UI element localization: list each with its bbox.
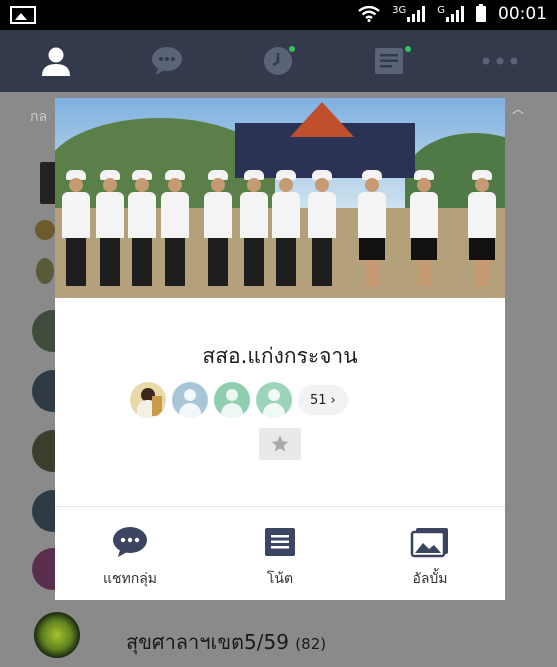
group-name: สสอ.แก่งกระจาน bbox=[202, 344, 358, 368]
new-badge-dot bbox=[289, 46, 295, 52]
section-header-fragment: กล bbox=[30, 109, 48, 125]
person-icon bbox=[41, 47, 70, 76]
member-avatar[interactable] bbox=[214, 382, 250, 418]
main-tab-bar bbox=[0, 30, 557, 92]
more-icon bbox=[482, 57, 517, 65]
divider bbox=[55, 506, 505, 507]
tab-more[interactable] bbox=[444, 30, 555, 92]
chat-bubble-icon bbox=[151, 47, 182, 75]
note-icon bbox=[265, 528, 295, 556]
signal-icon bbox=[407, 6, 426, 22]
tab-news[interactable] bbox=[333, 30, 444, 92]
tab-friends[interactable] bbox=[0, 30, 111, 92]
favorite-star-button[interactable] bbox=[259, 428, 301, 460]
collapse-caret-icon: ︿ bbox=[512, 102, 525, 116]
list-item-name: สุขศาลาฯเขต5/59 bbox=[126, 630, 289, 654]
group-chat-label: แชทกลุ่ม bbox=[102, 571, 158, 587]
news-icon bbox=[374, 48, 403, 74]
member-count: 51 bbox=[310, 392, 327, 408]
album-label: อัลบั้ม bbox=[412, 571, 448, 587]
member-avatar[interactable] bbox=[172, 382, 208, 418]
album-button[interactable]: อัลบั้ม bbox=[355, 526, 505, 590]
note-label: โน้ต bbox=[266, 571, 294, 587]
status-bar: 3G G 00:01 bbox=[0, 0, 557, 30]
list-item-count: (82) bbox=[295, 635, 327, 653]
member-avatar-row[interactable]: 51 › bbox=[130, 382, 348, 418]
network-3g-label: 3G bbox=[392, 5, 407, 16]
clock-time: 00:01 bbox=[498, 4, 547, 24]
album-icon bbox=[410, 528, 448, 558]
tab-chats[interactable] bbox=[111, 30, 222, 92]
list-item[interactable]: สุขศาลาฯเขต5/59 (82) bbox=[0, 604, 557, 667]
tab-timeline[interactable] bbox=[222, 30, 333, 92]
new-badge-dot bbox=[405, 46, 411, 52]
chevron-right-icon: › bbox=[330, 392, 336, 408]
chat-bubble-icon bbox=[113, 527, 147, 557]
group-profile-popup: สสอ.แก่งกระจาน 51 › แชทกลุ่ม โน้ต อัลบั้… bbox=[55, 98, 505, 600]
signal-icon bbox=[446, 6, 464, 22]
wifi-icon bbox=[358, 6, 380, 22]
battery-icon bbox=[476, 4, 486, 22]
group-chat-button[interactable]: แชทกลุ่ม bbox=[55, 526, 205, 590]
star-icon bbox=[271, 435, 289, 452]
note-button[interactable]: โน้ต bbox=[205, 526, 355, 590]
member-count-button[interactable]: 51 › bbox=[298, 385, 348, 415]
group-cover-photo[interactable] bbox=[55, 98, 505, 298]
network-g-label: G bbox=[437, 5, 445, 16]
gallery-icon bbox=[10, 6, 36, 24]
member-avatar[interactable] bbox=[130, 382, 166, 418]
avatar bbox=[34, 612, 80, 658]
member-avatar[interactable] bbox=[256, 382, 292, 418]
